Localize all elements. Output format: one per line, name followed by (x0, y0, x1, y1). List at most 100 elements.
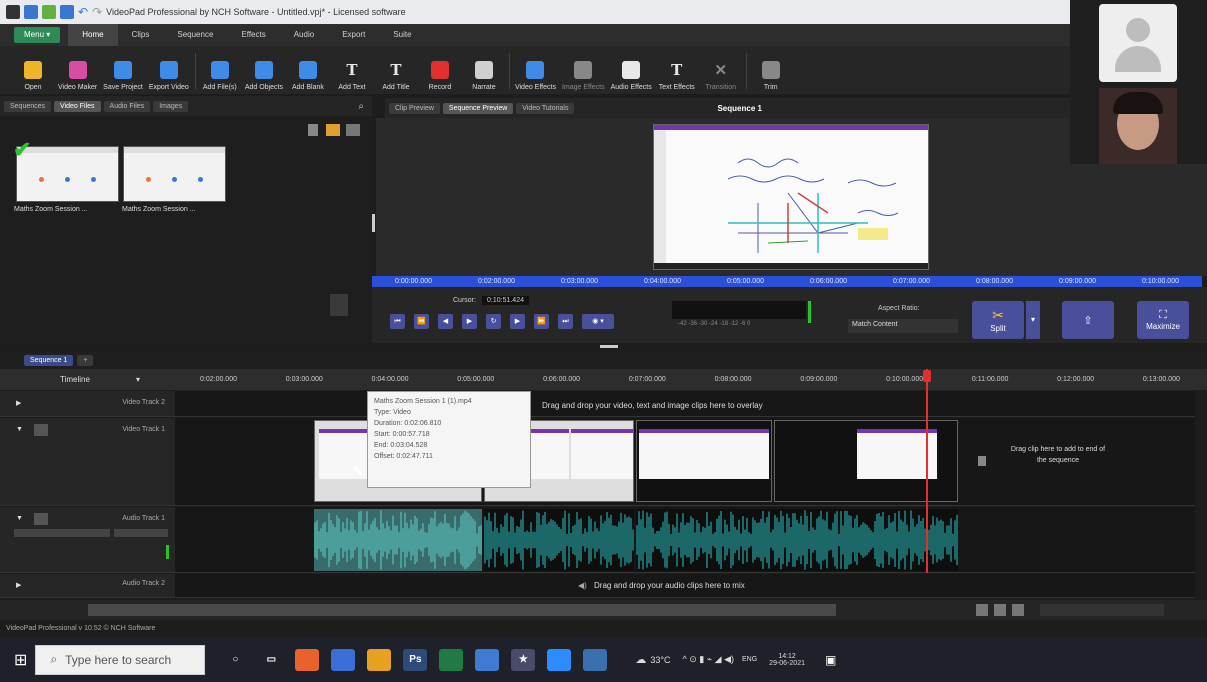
video-clip[interactable] (774, 420, 958, 502)
pan-slider[interactable] (114, 529, 168, 537)
add-text-button[interactable]: T Add Text (333, 61, 371, 91)
tab-audio[interactable]: Audio (280, 24, 328, 46)
step-back-icon[interactable]: ◀ (438, 314, 453, 329)
folder-icon[interactable] (326, 124, 340, 136)
play-icon[interactable]: ▶ (462, 314, 477, 329)
file-explorer-icon[interactable] (331, 648, 356, 671)
delete-icon[interactable] (308, 124, 318, 136)
tab-home[interactable]: Home (68, 24, 118, 46)
collapse-icon[interactable]: ▼ (16, 515, 23, 522)
image-effects-button[interactable]: Image Effects (562, 61, 605, 91)
expand-icon[interactable]: ▶ (16, 399, 21, 407)
export-video-button[interactable]: Export Video (149, 61, 189, 91)
undo-icon[interactable]: ↶ (78, 5, 88, 19)
playhead[interactable] (926, 369, 928, 507)
collapse-icon[interactable]: ▼ (16, 426, 23, 433)
add-sequence-icon[interactable]: + (77, 354, 94, 366)
audio-effects-button[interactable]: Audio Effects (611, 61, 652, 91)
zoom-fit-icon[interactable] (976, 604, 988, 616)
add-title-button[interactable]: T Add Title (377, 61, 415, 91)
new-project-icon[interactable] (42, 5, 56, 19)
audio-clip[interactable] (314, 509, 482, 571)
search-icon[interactable]: ⌕ (358, 101, 364, 112)
tab-images[interactable]: Images (153, 100, 189, 112)
zoom-in-icon[interactable] (1012, 604, 1024, 616)
add-file-s-button[interactable]: Add File(s) (201, 61, 239, 91)
loop-icon[interactable]: ↻ (486, 314, 501, 329)
cortana-icon[interactable]: ○ (223, 649, 247, 671)
video-maker-button[interactable]: Video Maker (58, 61, 97, 91)
quick-access-icon[interactable] (24, 5, 38, 19)
horizontal-scrollbar[interactable] (88, 604, 836, 616)
clock[interactable]: 14:12 29-06-2021 (769, 653, 805, 667)
panel-splitter[interactable] (372, 214, 375, 232)
transition-button[interactable]: ✕ Transition (702, 61, 740, 91)
narrate-button[interactable]: Narrate (465, 61, 503, 91)
save-project-button[interactable]: Save Project (103, 61, 143, 91)
fast-forward-icon[interactable]: ⏩ (534, 314, 549, 329)
playhead-handle[interactable] (923, 370, 931, 382)
video-icon[interactable] (34, 424, 48, 436)
video-clip[interactable] (636, 420, 772, 502)
zoom-out-icon[interactable] (994, 604, 1006, 616)
zoom-slider[interactable] (1040, 604, 1164, 616)
tab-clips[interactable]: Clips (118, 24, 164, 46)
tab-suite[interactable]: Suite (379, 24, 425, 46)
audio-clip[interactable] (484, 509, 634, 571)
add-blank-button[interactable]: Add Blank (289, 61, 327, 91)
expand-icon[interactable]: ▶ (16, 581, 21, 589)
taskbar-search[interactable]: ⌕ Type here to search (35, 644, 206, 675)
main-menu-button[interactable]: Menu ▾ (14, 27, 61, 43)
go-to-end-icon[interactable]: ⏭ (558, 314, 573, 329)
speaker-icon[interactable] (34, 513, 48, 525)
tab-sequence-preview[interactable]: Sequence Preview (442, 102, 514, 114)
timeline-ruler[interactable]: 0:02:00.000 0:03:00.000 0:04:00.000 0:05:00… (200, 369, 1180, 390)
store-icon[interactable] (475, 648, 500, 671)
videopad-icon[interactable]: ★ (511, 648, 536, 671)
tab-export[interactable]: Export (328, 24, 379, 46)
save-quick-icon[interactable] (60, 5, 74, 19)
tab-video-files[interactable]: Video Files (54, 100, 101, 112)
audio-clip[interactable] (636, 509, 958, 571)
tab-clip-preview[interactable]: Clip Preview (389, 102, 440, 114)
notification-icon[interactable]: ▣ (825, 653, 836, 667)
tab-video-tutorials[interactable]: Video Tutorials (516, 102, 575, 114)
language[interactable]: ENG (742, 656, 757, 663)
app-icon[interactable] (583, 648, 608, 671)
record-button[interactable]: Record (421, 61, 459, 91)
aspect-select[interactable]: Match Content (848, 319, 958, 333)
rewind-icon[interactable]: ⏪ (414, 314, 429, 329)
weather-icon[interactable]: ☁ (635, 653, 646, 666)
excel-icon[interactable] (439, 648, 464, 671)
video-effects-button[interactable]: Video Effects (515, 61, 556, 91)
text-effects-button[interactable]: T Text Effects (658, 61, 696, 91)
clip-thumbnail[interactable] (123, 146, 226, 202)
preview-ruler[interactable]: 0:00:00.000 0:02:00.000 0:03:00.000 0:04:00… (372, 276, 1202, 287)
split-dropdown-icon[interactable]: ▾ (1026, 301, 1040, 339)
clip-thumbnail[interactable]: ✔ (13, 137, 119, 202)
snapshot-icon[interactable]: ◉ ▾ (582, 314, 614, 329)
task-view-icon[interactable]: ▭ (259, 649, 283, 671)
windows-start-icon[interactable]: ⊞ (14, 650, 27, 670)
trim-button[interactable]: Trim (752, 61, 790, 91)
tab-sequence-1[interactable]: Sequence 1 (24, 354, 74, 366)
panel-splitter-h[interactable] (600, 345, 618, 348)
tray-icons[interactable]: ^ ⊙ ▮ ⌁ ◢ ◀) (683, 654, 734, 665)
maximize-button[interactable]: ⛶ Maximize (1137, 301, 1189, 339)
split-button[interactable]: ✂ Split (972, 301, 1024, 339)
volume-slider[interactable] (14, 529, 110, 537)
view-options-icon[interactable] (346, 124, 360, 136)
add-objects-button[interactable]: Add Objects (245, 61, 283, 91)
tab-audio-files[interactable]: Audio Files (103, 100, 151, 112)
chrome-icon[interactable] (367, 648, 392, 671)
cursor-time[interactable]: 0:10:51.424 (482, 296, 529, 305)
photoshop-icon[interactable]: Ps (403, 648, 428, 671)
open-button[interactable]: Open (14, 61, 52, 91)
redo-icon[interactable]: ↷ (92, 5, 102, 19)
zoom-icon[interactable] (547, 648, 572, 671)
tab-sequences[interactable]: Sequences (4, 100, 52, 112)
tab-effects[interactable]: Effects (227, 24, 279, 46)
go-to-start-icon[interactable]: ⏮ (390, 314, 405, 329)
step-forward-icon[interactable]: ▶ (510, 314, 525, 329)
office-icon[interactable] (295, 648, 320, 671)
